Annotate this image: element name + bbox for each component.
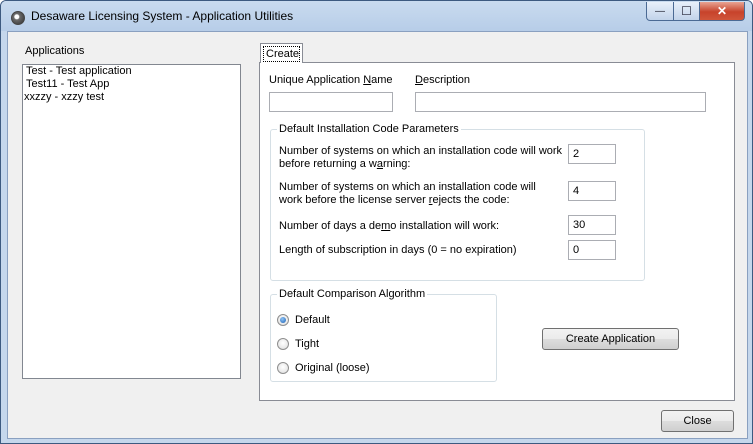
close-icon: ✕ xyxy=(716,4,728,18)
window-title: Desaware Licensing System - Application … xyxy=(31,9,294,23)
application-window: Desaware Licensing System - Application … xyxy=(0,0,753,444)
unique-name-input[interactable] xyxy=(269,92,393,112)
tab-create-label: Create xyxy=(266,48,300,60)
warning-count-input[interactable]: 2 xyxy=(568,144,616,164)
installation-params-title: Default Installation Code Parameters xyxy=(277,123,461,135)
app-icon[interactable] xyxy=(11,11,25,25)
close-button[interactable]: Close xyxy=(661,410,734,432)
demo-days-label: Number of days a demo installation will … xyxy=(279,220,500,232)
comparison-algorithm-group: Default Comparison Algorithm Default Tig… xyxy=(270,288,497,382)
subscription-days-input[interactable]: 0 xyxy=(568,240,616,260)
radio-tight[interactable] xyxy=(277,338,289,350)
reject-count-label: Number of systems on which an installati… xyxy=(279,181,536,206)
warning-count-label: Number of systems on which an installati… xyxy=(279,145,563,170)
demo-days-input[interactable]: 30 xyxy=(568,215,616,235)
close-window-button[interactable]: ✕ xyxy=(699,2,745,21)
radio-original-loose[interactable] xyxy=(277,362,289,374)
radio-tight-label[interactable]: Tight xyxy=(295,338,319,350)
maximize-icon: ☐ xyxy=(681,4,692,18)
minimize-button[interactable]: — xyxy=(646,2,674,21)
client-area: Applications Test - Test application Tes… xyxy=(7,31,748,439)
subscription-days-label: Length of subscription in days (0 = no e… xyxy=(279,244,517,256)
description-input[interactable] xyxy=(415,92,706,112)
radio-original-loose-label[interactable]: Original (loose) xyxy=(295,362,370,374)
create-tab-panel: Unique Application Name Description Defa… xyxy=(259,62,735,401)
minimize-icon: — xyxy=(655,5,665,17)
list-item[interactable]: Test - Test application xyxy=(23,65,240,78)
title-bar[interactable]: Desaware Licensing System - Application … xyxy=(1,1,752,31)
reject-count-input[interactable]: 4 xyxy=(568,181,616,201)
unique-name-label: Unique Application Name xyxy=(269,74,393,86)
applications-label: Applications xyxy=(25,45,85,57)
installation-params-group: Default Installation Code Parameters Num… xyxy=(270,123,645,281)
radio-default-label[interactable]: Default xyxy=(295,314,330,326)
list-item[interactable]: xxzzy - xzzy test xyxy=(23,91,240,104)
description-label: Description xyxy=(415,74,471,86)
maximize-button[interactable]: ☐ xyxy=(673,2,700,21)
list-item[interactable]: Test11 - Test App xyxy=(23,78,240,91)
radio-default[interactable] xyxy=(277,314,289,326)
comparison-algorithm-title: Default Comparison Algorithm xyxy=(277,288,428,300)
tab-create[interactable]: Create xyxy=(260,43,303,63)
applications-list[interactable]: Test - Test application Test11 - Test Ap… xyxy=(22,64,241,379)
create-application-button[interactable]: Create Application xyxy=(542,328,679,350)
